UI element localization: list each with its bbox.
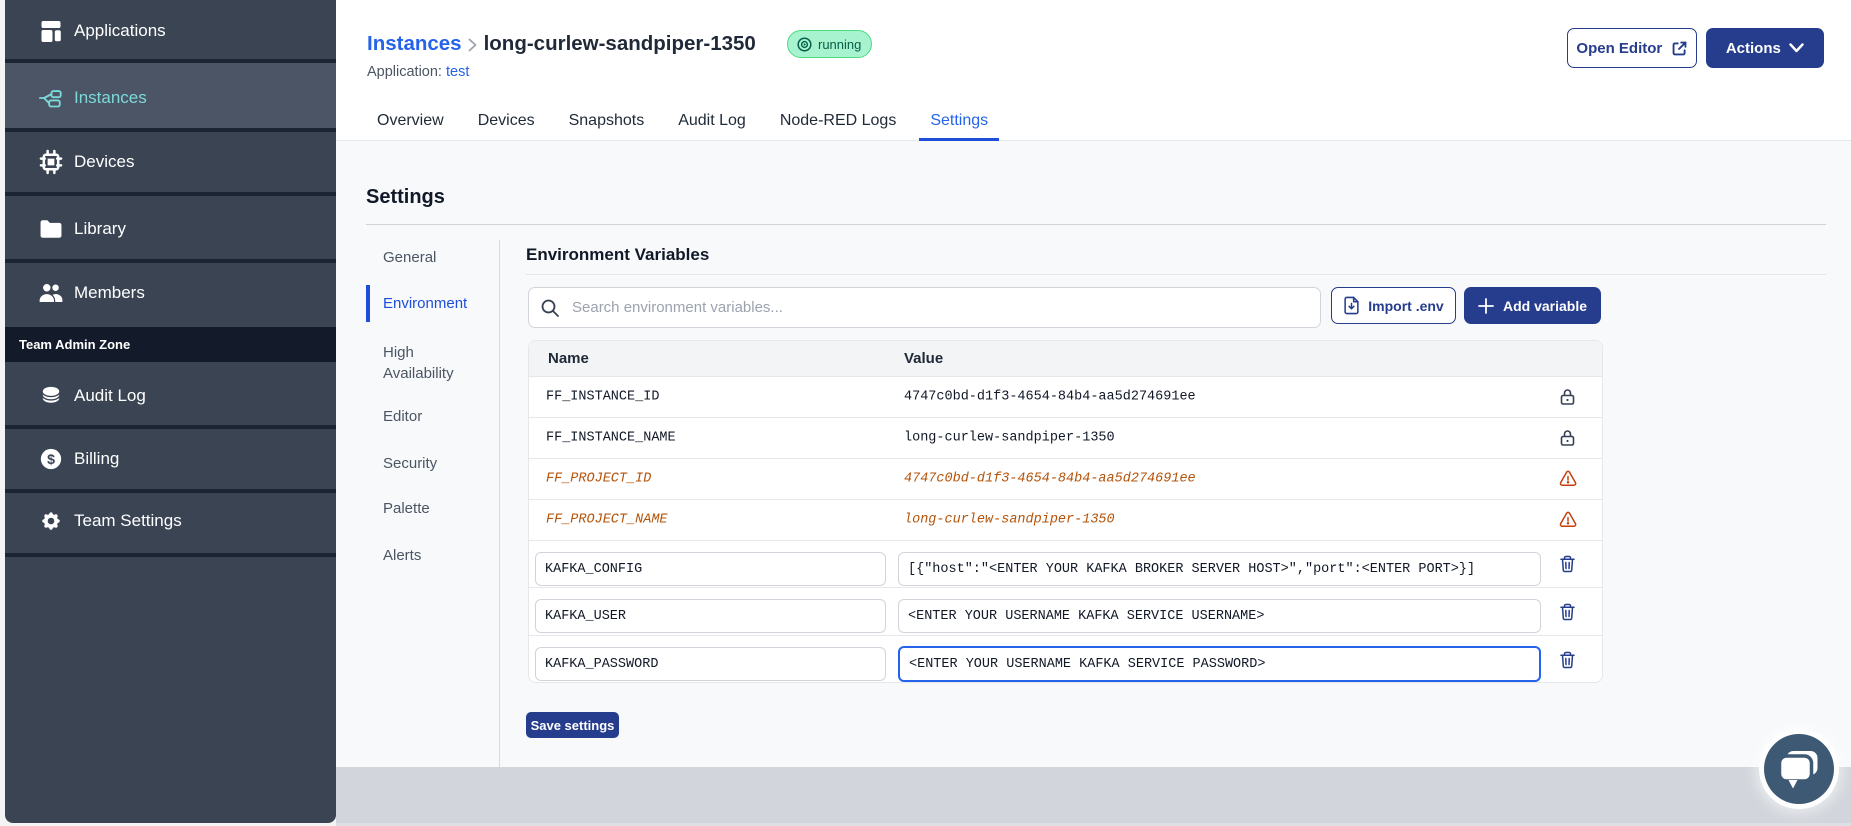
svg-text:$: $: [47, 451, 55, 467]
